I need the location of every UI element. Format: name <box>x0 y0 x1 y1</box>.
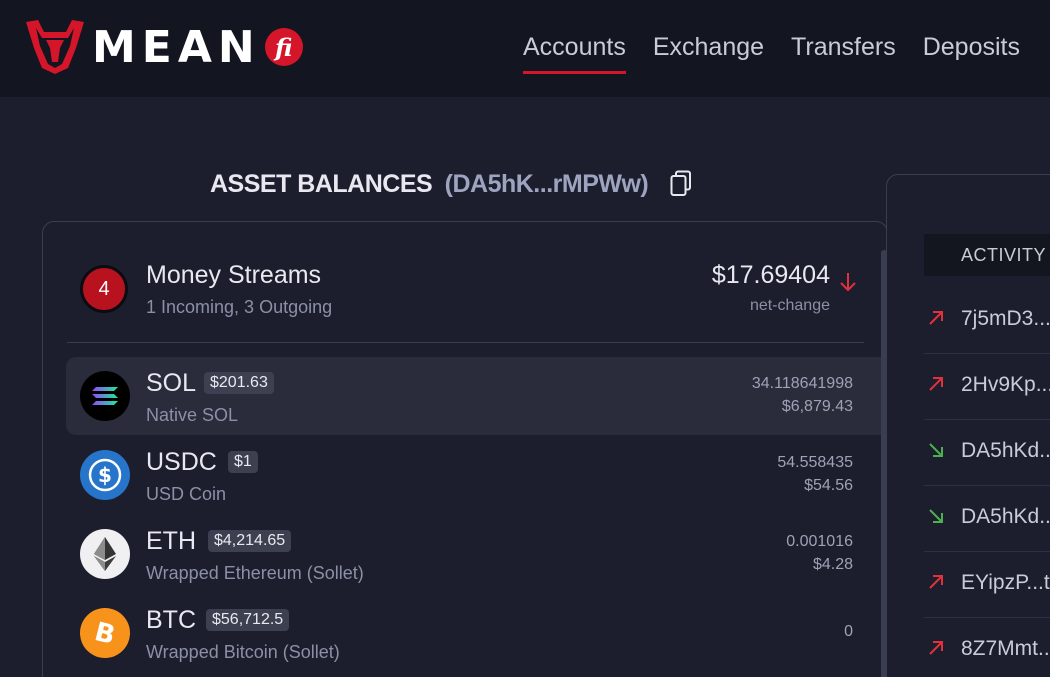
token-amount: 0.001016 <box>786 533 853 550</box>
activity-item[interactable]: 2Hv9Kp... <box>924 354 1050 420</box>
arrow-down-icon <box>840 273 856 292</box>
arrow-up-right-icon <box>929 311 943 325</box>
brand-logo[interactable]: MEAN fi <box>24 18 303 76</box>
top-header: MEAN fi Accounts Exchange Transfers Depo… <box>0 0 1050 97</box>
wallet-address: (DA5hK...rMPWw) <box>444 170 649 198</box>
token-row-btc[interactable]: B BTC $56,712.5 Wrapped Bitcoin (Sollet)… <box>66 594 881 672</box>
token-name: USD Coin <box>146 484 227 504</box>
token-row-sol[interactable]: SOL $201.63 Native SOL 34.118641998 $6,8… <box>66 357 881 435</box>
arrow-up-right-icon <box>929 377 943 391</box>
token-amount: 34.118641998 <box>751 375 853 392</box>
asset-balances-label: ASSET BALANCES <box>210 170 433 198</box>
streams-divider <box>67 342 864 343</box>
token-amount: 54.558435 <box>777 454 853 471</box>
activity-label: EYipzP...t <box>961 571 1050 594</box>
activity-item[interactable]: 8Z7Mmt... <box>924 618 1050 677</box>
svg-text:$: $ <box>98 463 112 487</box>
token-symbol: BTC <box>146 606 196 634</box>
activity-label: DA5hKd... <box>961 439 1050 462</box>
activity-label: 8Z7Mmt... <box>961 637 1050 660</box>
token-price-badge: $56,712.5 <box>206 609 290 631</box>
activity-label: 7j5mD3... <box>961 307 1050 330</box>
token-price-badge: $1 <box>228 451 258 473</box>
token-amount: 0 <box>844 623 853 640</box>
token-symbol: ETH <box>146 527 196 555</box>
streams-net-label: net-change <box>749 297 830 314</box>
token-name: Wrapped Ethereum (Sollet) <box>146 563 364 583</box>
bitcoin-icon: B <box>80 608 130 658</box>
streams-title: Money Streams <box>146 261 322 289</box>
activity-item[interactable]: EYipzP...t <box>924 552 1050 618</box>
token-symbol: USDC <box>146 448 217 476</box>
activity-label: 2Hv9Kp... <box>961 373 1050 396</box>
arrow-up-right-icon <box>929 575 943 589</box>
token-name: Wrapped Bitcoin (Sollet) <box>146 642 340 662</box>
streams-count-badge: 4 <box>80 265 128 313</box>
token-name: Native SOL <box>146 405 239 425</box>
activity-header: ACTIVITY <box>924 234 1050 276</box>
asset-balances-title: ASSET BALANCES (DA5hK...rMPWw) <box>210 170 649 199</box>
token-usd-value: $6,879.43 <box>781 398 853 415</box>
activity-item[interactable]: 7j5mD3... <box>924 288 1050 354</box>
usdc-icon: $ <box>80 450 130 500</box>
main-nav: Accounts Exchange Transfers Deposits <box>523 33 1047 74</box>
brand-name: MEAN <box>92 21 261 73</box>
token-usd-value: $4.28 <box>812 556 853 573</box>
streams-subtitle: 1 Incoming, 3 Outgoing <box>146 297 333 317</box>
activity-label: DA5hKd... <box>961 505 1050 528</box>
brand-suffix: fi <box>264 28 303 66</box>
money-streams-row[interactable]: 4 Money Streams 1 Incoming, 3 Outgoing $… <box>80 261 870 325</box>
token-row-usdc[interactable]: $ USDC $1 USD Coin 54.558435 $54.56 <box>66 436 881 514</box>
meanfi-shield-icon <box>26 20 84 74</box>
activity-item[interactable]: DA5hKd... <box>924 486 1050 552</box>
arrow-down-right-icon <box>929 443 943 457</box>
nav-deposits[interactable]: Deposits <box>923 33 1020 62</box>
ethereum-icon <box>80 529 130 579</box>
activity-item[interactable]: DA5hKd... <box>924 420 1050 486</box>
copy-icon[interactable] <box>670 170 692 197</box>
nav-accounts[interactable]: Accounts <box>523 33 626 74</box>
arrow-up-right-icon <box>929 641 943 655</box>
token-symbol: SOL <box>146 369 197 397</box>
svg-text:B: B <box>92 617 118 651</box>
solana-icon <box>80 371 130 421</box>
streams-net-amount: $17.69404 <box>711 261 830 289</box>
nav-transfers[interactable]: Transfers <box>791 33 896 62</box>
token-price-badge: $201.63 <box>204 372 274 394</box>
token-row-eth[interactable]: ETH $4,214.65 Wrapped Ethereum (Sollet) … <box>66 515 881 593</box>
arrow-down-right-icon <box>929 509 943 523</box>
nav-exchange[interactable]: Exchange <box>653 33 764 62</box>
token-price-badge: $4,214.65 <box>208 530 292 552</box>
token-usd-value: $54.56 <box>804 477 853 494</box>
